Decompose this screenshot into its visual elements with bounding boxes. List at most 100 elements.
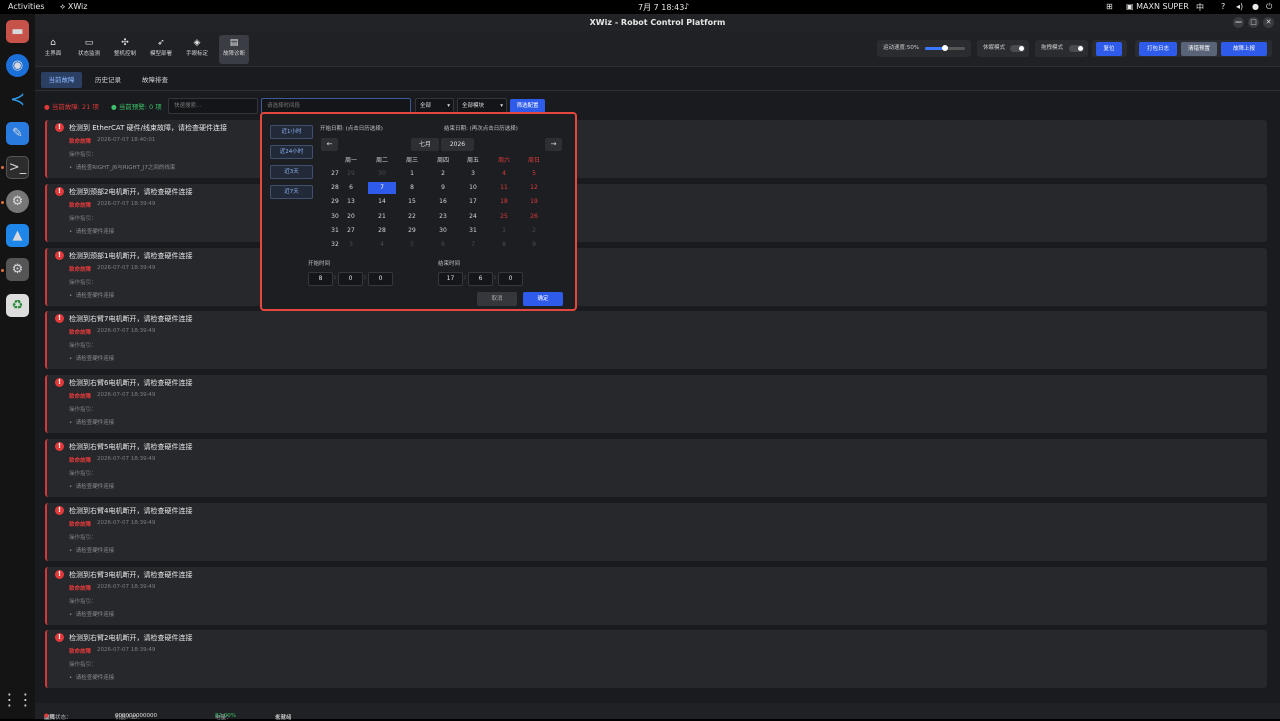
drag-mode-toggle[interactable] — [1069, 45, 1084, 52]
calendar-day[interactable]: 21 — [370, 211, 394, 223]
calendar-day[interactable]: 4 — [370, 239, 394, 251]
month-select[interactable]: 七月 — [411, 138, 439, 151]
prev-month-button[interactable]: ← — [321, 138, 338, 151]
end-second-input[interactable]: 0 — [498, 272, 523, 286]
nav-hand-eye-calibration[interactable]: ◈ 手眼标定 — [182, 35, 212, 64]
calendar-day[interactable]: 28 — [370, 225, 394, 237]
calendar-day[interactable]: 15 — [400, 196, 424, 208]
calendar-day[interactable]: 22 — [400, 211, 424, 223]
calendar-day[interactable]: 9 — [431, 182, 455, 194]
calendar-day[interactable]: 29 — [339, 168, 363, 180]
calendar-day[interactable]: 3 — [339, 239, 363, 251]
calendar-day[interactable]: 7 — [461, 239, 485, 251]
clear-error-button[interactable]: 清错预置 — [1181, 42, 1217, 56]
xwiz-settings-icon[interactable]: ⚙ — [6, 258, 29, 281]
calendar-day[interactable]: 24 — [461, 211, 485, 223]
sleep-mode-toggle[interactable] — [1010, 45, 1025, 52]
calendar-day[interactable]: 6 — [339, 182, 363, 194]
power-icon[interactable]: ⏻ — [1266, 2, 1272, 12]
nav-status-monitor[interactable]: ▭ 状态监测 — [74, 35, 104, 64]
calendar-day[interactable]: 4 — [492, 168, 516, 180]
calendar-day[interactable]: 30 — [370, 168, 394, 180]
feishu-icon[interactable]: ✎ — [6, 122, 29, 145]
input-method-indicator[interactable]: 中 — [1196, 2, 1204, 13]
calendar-day[interactable]: 14 — [370, 196, 394, 208]
calendar-day[interactable]: 8 — [400, 182, 424, 194]
speed-slider[interactable] — [925, 45, 965, 51]
calendar-day[interactable]: 31 — [461, 225, 485, 237]
nav-robot-control[interactable]: ✣ 整机控制 — [110, 35, 140, 64]
help-icon[interactable]: ? — [1221, 2, 1225, 11]
maximize-icon[interactable]: □ — [1248, 17, 1259, 28]
quick-range-24h[interactable]: 近24小时 — [270, 145, 313, 159]
nvidia-model-indicator[interactable]: ▣ MAXN SUPER — [1126, 2, 1189, 11]
alert-card[interactable]: ! 检测到右臂6电机断开，请检查硬件连接 致命故障 2026-07-07 18:39:… — [45, 375, 1267, 434]
start-hour-input[interactable]: 8 — [308, 272, 333, 286]
app-menu[interactable]: ⟡ XWiz — [60, 2, 87, 12]
calendar-day[interactable]: 13 — [339, 196, 363, 208]
quick-search-input[interactable]: 快速搜索... — [168, 98, 258, 114]
quick-range-3d[interactable]: 近3天 — [270, 165, 313, 179]
activities-button[interactable]: Activities — [8, 2, 45, 11]
network-tray-icon[interactable]: ⊞ — [1106, 2, 1113, 11]
chromium-icon[interactable]: ◉ — [6, 54, 29, 77]
calendar-day[interactable]: 30 — [431, 225, 455, 237]
close-icon[interactable]: ✕ — [1263, 17, 1274, 28]
mic-icon[interactable]: ● — [1252, 2, 1259, 11]
alert-card[interactable]: ! 检测到右臂7电机断开，请检查硬件连接 致命故障 2026-07-07 18:39:… — [45, 311, 1267, 370]
calendar-day[interactable]: 11 — [492, 182, 516, 194]
calendar-day[interactable]: 27 — [339, 225, 363, 237]
reset-button[interactable]: 复位 — [1096, 42, 1122, 56]
calendar-day[interactable]: 20 — [339, 211, 363, 223]
alert-card[interactable]: ! 检测到右臂2电机断开，请检查硬件连接 致命故障 2026-07-07 18:39:… — [45, 630, 1267, 689]
calendar-day[interactable]: 10 — [461, 182, 485, 194]
calendar-day[interactable]: 7 — [368, 182, 396, 195]
tab-troubleshoot[interactable]: 故障排查 — [134, 72, 176, 88]
end-minute-input[interactable]: 6 — [468, 272, 493, 286]
minimize-icon[interactable]: — — [1233, 17, 1244, 28]
app-grid-icon[interactable]: ⋮⋮ — [2, 688, 34, 711]
calendar-day[interactable]: 17 — [461, 196, 485, 208]
fault-report-button[interactable]: 故障上报 — [1221, 42, 1267, 56]
calendar-day[interactable]: 26 — [522, 211, 546, 223]
calendar-day[interactable]: 25 — [492, 211, 516, 223]
trash-icon[interactable]: ♻ — [6, 294, 29, 317]
calendar-day[interactable]: 2 — [431, 168, 455, 180]
calendar-day[interactable]: 1 — [492, 225, 516, 237]
alert-card[interactable]: ! 检测到右臂3电机断开，请检查硬件连接 致命故障 2026-07-07 18:39:… — [45, 566, 1267, 625]
calendar-day[interactable]: 16 — [431, 196, 455, 208]
calendar-day[interactable]: 12 — [522, 182, 546, 194]
files-icon[interactable]: ▬ — [6, 20, 29, 43]
calendar-day[interactable]: 2 — [522, 225, 546, 237]
calendar-day[interactable]: 3 — [461, 168, 485, 180]
calendar-day[interactable]: 19 — [522, 196, 546, 208]
tab-current-fault[interactable]: 当前故障 — [41, 72, 82, 88]
remote-desktop-icon[interactable]: ▲ — [6, 224, 29, 247]
terminal-icon[interactable]: >_ — [6, 156, 29, 179]
alert-card[interactable]: ! 检测到颈部2电机断开，请检查硬件连接 致命故障 2026-07-07 18:39:… — [45, 183, 1267, 242]
confirm-button[interactable]: 确定 — [523, 292, 563, 306]
calendar-day[interactable]: 1 — [400, 168, 424, 180]
alert-card[interactable]: ! 检测到 EtherCAT 硬件/线束故障，请检查硬件连接 致命故障 2026-07… — [45, 120, 1267, 178]
vscode-icon[interactable]: ≺ — [6, 88, 29, 111]
cancel-button[interactable]: 取消 — [477, 292, 517, 306]
quick-range-1h[interactable]: 近1小时 — [270, 125, 313, 139]
filter-config-button[interactable]: 筛选配置 — [510, 99, 545, 113]
calendar-day[interactable]: 9 — [522, 239, 546, 251]
next-month-button[interactable]: → — [545, 138, 562, 151]
volume-icon[interactable]: ◂) — [1236, 2, 1243, 11]
start-minute-input[interactable]: 0 — [338, 272, 363, 286]
nav-fault-diagnosis[interactable]: ▤ 故障诊断 — [219, 35, 249, 64]
calendar-day[interactable]: 6 — [431, 239, 455, 251]
nav-model-deploy[interactable]: ➶ 模型部署 — [146, 35, 176, 64]
alert-card[interactable]: ! 检测到颈部1电机断开，请检查硬件连接 致命故障 2026-07-07 18:39:… — [45, 247, 1267, 306]
start-second-input[interactable]: 0 — [368, 272, 393, 286]
end-hour-input[interactable]: 17 — [438, 272, 463, 286]
settings-icon[interactable]: ⚙ — [6, 190, 29, 213]
nav-home[interactable]: ⌂ 主界面 — [38, 35, 68, 64]
year-select[interactable]: 2026 — [441, 138, 474, 151]
quick-range-7d[interactable]: 近7天 — [270, 185, 313, 199]
calendar-day[interactable]: 5 — [400, 239, 424, 251]
alert-card[interactable]: ! 检测到右臂4电机断开，请检查硬件连接 致命故障 2026-07-07 18:39:… — [45, 502, 1267, 561]
calendar-day[interactable]: 18 — [492, 196, 516, 208]
